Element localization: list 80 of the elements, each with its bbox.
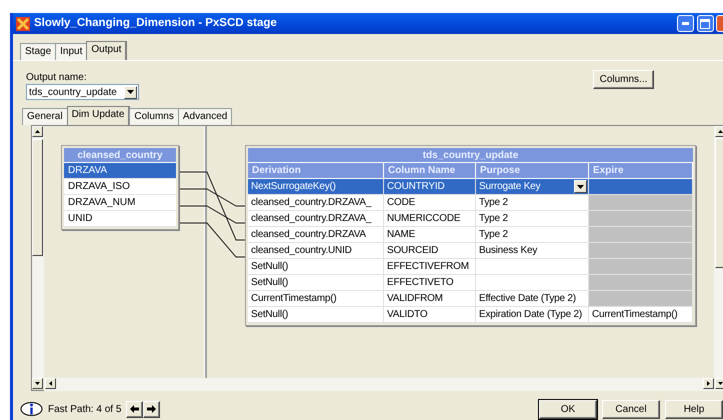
arrow-right-icon bbox=[147, 404, 156, 413]
window-title: Slowly_Changing_Dimension - PxSCD stage bbox=[34, 16, 277, 31]
dropdown-button[interactable] bbox=[574, 180, 587, 193]
info-icon[interactable] bbox=[20, 401, 43, 417]
ok-button[interactable]: OK bbox=[539, 400, 597, 418]
app-icon bbox=[16, 16, 30, 30]
caret-icon bbox=[718, 130, 723, 133]
table-cell: EFFECTIVETO bbox=[384, 275, 476, 291]
table-cell: NAME bbox=[384, 227, 476, 243]
caret-icon bbox=[707, 381, 710, 386]
table-cell: SetNull() bbox=[248, 307, 384, 323]
scroll-left-button[interactable] bbox=[45, 378, 56, 389]
table-cell: EFFECTIVEFROM bbox=[384, 259, 476, 275]
columns-button[interactable]: Columns... bbox=[593, 70, 654, 89]
dropdown-value: Surrogate Key bbox=[479, 180, 540, 194]
minimize-button[interactable] bbox=[677, 15, 694, 32]
caret-icon bbox=[127, 90, 134, 94]
table-cell: cleansed_country.DRZAVA bbox=[248, 227, 384, 243]
table-row[interactable]: UNID bbox=[64, 211, 176, 227]
tab[interactable]: Input bbox=[55, 43, 88, 60]
tab[interactable]: Columns bbox=[129, 108, 179, 125]
column-header: Derivation bbox=[248, 163, 384, 179]
table-cell: Type 2 bbox=[476, 195, 589, 211]
table-cell: VALIDTO bbox=[384, 307, 476, 323]
table-row[interactable]: DRZAVA_ISO bbox=[64, 179, 176, 195]
table-title: cleansed_country bbox=[64, 148, 176, 163]
scroll-thumb[interactable] bbox=[32, 139, 43, 256]
table-cell: SetNull() bbox=[248, 275, 384, 291]
output-name-dropdown[interactable]: tds_country_update bbox=[26, 84, 139, 100]
help-button[interactable]: Help bbox=[665, 400, 723, 418]
tab[interactable]: Dim Update bbox=[66, 106, 130, 125]
caret-icon bbox=[35, 130, 40, 133]
next-button[interactable] bbox=[143, 400, 160, 418]
table-row[interactable]: DRZAVA_NUM bbox=[64, 195, 176, 211]
tab[interactable]: Advanced bbox=[178, 108, 232, 125]
table-cell: VALIDFROM bbox=[384, 291, 476, 307]
arrow-left-icon bbox=[130, 404, 140, 413]
table-cell: SOURCEID bbox=[384, 243, 476, 259]
scroll-down-button[interactable] bbox=[32, 378, 43, 389]
table-cell: CurrentTimestamp() bbox=[589, 307, 693, 323]
column-header: Expire bbox=[589, 163, 693, 179]
previous-button[interactable] bbox=[126, 400, 144, 418]
table-cell: SetNull() bbox=[248, 259, 384, 275]
table-cell: cleansed_country.DRZAVA_ bbox=[248, 195, 384, 211]
caret-icon bbox=[577, 184, 584, 188]
maximize-button[interactable] bbox=[696, 15, 714, 32]
minimize-icon bbox=[682, 22, 689, 25]
cancel-button[interactable]: Cancel bbox=[602, 400, 660, 418]
table-cell: NUMERICCODE bbox=[384, 211, 476, 227]
scroll-up-button[interactable] bbox=[715, 126, 723, 137]
table-row[interactable]: DRZAVA bbox=[64, 163, 176, 179]
scroll-down-button[interactable] bbox=[715, 378, 723, 389]
field-label: Output name: bbox=[26, 71, 87, 85]
table-cell: Effective Date (Type 2) bbox=[476, 291, 589, 307]
scroll-up-button[interactable] bbox=[32, 126, 43, 137]
scroll-thumb[interactable] bbox=[715, 138, 723, 268]
table-cell: cleansed_country.DRZAVA_ bbox=[248, 211, 384, 227]
splitter[interactable] bbox=[204, 126, 207, 378]
table-cell: CurrentTimestamp() bbox=[248, 291, 384, 307]
table-title: tds_country_update bbox=[248, 148, 693, 163]
table-cell: Type 2 bbox=[476, 227, 589, 243]
column-header: Column Name bbox=[384, 163, 476, 179]
table-cell: Business Key bbox=[476, 243, 589, 259]
maximize-icon bbox=[700, 18, 710, 28]
table-cell: CODE bbox=[384, 195, 476, 211]
table-cell: NextSurrogateKey() bbox=[248, 179, 384, 195]
table-cell: Type 2 bbox=[476, 211, 589, 227]
tab[interactable]: Stage bbox=[20, 43, 56, 60]
caret-icon bbox=[49, 381, 52, 386]
column-header: Purpose bbox=[476, 163, 589, 179]
caret-icon bbox=[718, 382, 723, 385]
table-cell: COUNTRYID bbox=[384, 179, 476, 195]
table-cell: Expiration Date (Type 2) bbox=[476, 307, 589, 323]
table-cell: cleansed_country.UNID bbox=[248, 243, 384, 259]
fast-path-label: Fast Path: 4 of 5 bbox=[48, 402, 122, 416]
tab[interactable]: General bbox=[22, 108, 68, 125]
caret-icon bbox=[35, 382, 40, 385]
close-button[interactable] bbox=[716, 15, 723, 32]
tab[interactable]: Output bbox=[86, 41, 128, 60]
scroll-right-button[interactable] bbox=[703, 378, 714, 389]
